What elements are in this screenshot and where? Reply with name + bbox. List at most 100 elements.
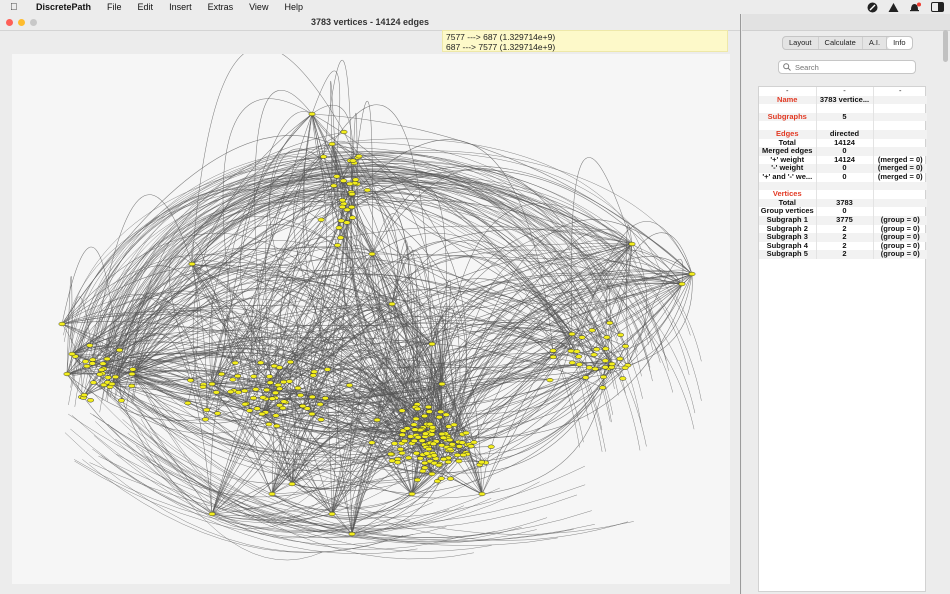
graph-vertex[interactable] bbox=[459, 452, 467, 458]
graph-vertex[interactable] bbox=[103, 356, 111, 362]
graph-vertex[interactable] bbox=[453, 452, 461, 458]
tab-info[interactable]: Info bbox=[887, 37, 912, 49]
graph-vertex[interactable] bbox=[272, 390, 280, 395]
graph-vertex[interactable] bbox=[429, 441, 437, 446]
table-row[interactable]: Subgraphs 5 bbox=[759, 112, 927, 122]
graph-vertex[interactable] bbox=[343, 220, 351, 225]
graph-vertex[interactable] bbox=[608, 361, 616, 367]
graph-vertex[interactable] bbox=[294, 385, 302, 391]
graph-vertex[interactable] bbox=[429, 425, 436, 430]
graph-vertex[interactable] bbox=[446, 437, 454, 443]
graph-vertex[interactable] bbox=[590, 352, 598, 357]
graph-vertex[interactable] bbox=[388, 458, 396, 463]
warning-icon[interactable] bbox=[888, 2, 899, 13]
graph-vertex[interactable] bbox=[346, 181, 354, 186]
graph-vertex[interactable] bbox=[208, 381, 216, 387]
graph-vertex[interactable] bbox=[363, 188, 371, 193]
graph-vertex[interactable] bbox=[231, 360, 239, 366]
graph-vertex[interactable] bbox=[339, 198, 347, 203]
graph-vertex[interactable] bbox=[421, 460, 429, 466]
graph-canvas[interactable] bbox=[12, 54, 730, 584]
graph-vertex[interactable] bbox=[258, 411, 266, 417]
graph-vertex[interactable] bbox=[601, 365, 609, 370]
graph-vertex[interactable] bbox=[203, 407, 211, 413]
graph-vertex[interactable] bbox=[265, 422, 273, 427]
graph-vertex[interactable] bbox=[368, 251, 376, 257]
graph-vertex[interactable] bbox=[600, 374, 608, 380]
graph-vertex[interactable] bbox=[299, 403, 307, 409]
graph-vertex[interactable] bbox=[317, 217, 325, 222]
graph-vertex[interactable] bbox=[266, 380, 274, 385]
graph-vertex[interactable] bbox=[430, 453, 438, 458]
search-field[interactable] bbox=[778, 60, 916, 74]
graph-vertex[interactable] bbox=[58, 321, 66, 327]
table-row[interactable]: Total 14124 bbox=[759, 138, 927, 148]
graph-vertex[interactable] bbox=[316, 402, 324, 407]
graph-vertex[interactable] bbox=[478, 460, 486, 465]
table-row[interactable]: Name 3783 vertice... bbox=[759, 95, 927, 105]
graph-vertex[interactable] bbox=[128, 371, 136, 377]
graph-vertex[interactable] bbox=[413, 477, 421, 483]
table-row[interactable]: Group vertices 0 bbox=[759, 207, 927, 216]
graph-vertex[interactable] bbox=[410, 438, 418, 444]
graph-vertex[interactable] bbox=[575, 354, 583, 359]
graph-vertex[interactable] bbox=[438, 431, 446, 437]
graph-vertex[interactable] bbox=[308, 411, 316, 417]
graph-vertex[interactable] bbox=[252, 387, 260, 392]
graph-vertex[interactable] bbox=[437, 476, 445, 481]
graph-vertex[interactable] bbox=[425, 404, 433, 410]
graph-vertex[interactable] bbox=[373, 417, 381, 423]
menu-view[interactable]: View bbox=[241, 0, 276, 14]
graph-vertex[interactable] bbox=[349, 158, 357, 163]
table-row[interactable]: Edges directed bbox=[759, 129, 927, 139]
graph-vertex[interactable] bbox=[337, 218, 345, 223]
graph-vertex[interactable] bbox=[435, 463, 443, 468]
graph-vertex[interactable] bbox=[575, 362, 583, 367]
graph-vertex[interactable] bbox=[112, 374, 120, 380]
zoom-window-button[interactable] bbox=[30, 18, 37, 26]
graph-vertex[interactable] bbox=[603, 335, 611, 340]
graph-vertex[interactable] bbox=[606, 320, 614, 326]
graph-vertex[interactable] bbox=[286, 379, 293, 384]
graph-vertex[interactable] bbox=[241, 388, 249, 393]
table-row[interactable]: '-' weight 0 (merged = 0) bbox=[759, 164, 927, 173]
graph-vertex[interactable] bbox=[588, 328, 596, 333]
graph-vertex[interactable] bbox=[333, 174, 341, 179]
notification-bell-icon[interactable] bbox=[909, 2, 921, 13]
menu-extras[interactable]: Extras bbox=[200, 0, 242, 14]
graph-drawing[interactable] bbox=[12, 54, 730, 584]
graph-vertex[interactable] bbox=[428, 341, 436, 347]
graph-vertex[interactable] bbox=[346, 383, 353, 388]
graph-vertex[interactable] bbox=[129, 367, 137, 372]
graph-vertex[interactable] bbox=[617, 332, 625, 338]
graph-vertex[interactable] bbox=[116, 347, 123, 353]
graph-vertex[interactable] bbox=[288, 481, 296, 487]
graph-vertex[interactable] bbox=[259, 395, 267, 400]
graph-vertex[interactable] bbox=[184, 400, 192, 406]
graph-vertex[interactable] bbox=[280, 399, 288, 404]
graph-vertex[interactable] bbox=[90, 380, 97, 385]
graph-vertex[interactable] bbox=[478, 491, 486, 497]
graph-vertex[interactable] bbox=[257, 360, 265, 365]
graph-vertex[interactable] bbox=[446, 446, 454, 452]
graph-vertex[interactable] bbox=[199, 384, 207, 390]
graph-vertex[interactable] bbox=[462, 430, 470, 436]
graph-vertex[interactable] bbox=[274, 382, 282, 388]
graph-vertex[interactable] bbox=[628, 241, 636, 247]
graph-vertex[interactable] bbox=[268, 396, 276, 401]
graph-vertex[interactable] bbox=[439, 435, 447, 440]
graph-vertex[interactable] bbox=[349, 215, 357, 220]
graph-vertex[interactable] bbox=[340, 178, 347, 183]
graph-vertex[interactable] bbox=[368, 440, 376, 445]
graph-vertex[interactable] bbox=[321, 396, 329, 401]
graph-vertex[interactable] bbox=[87, 398, 95, 403]
table-row[interactable]: Subgraph 4 2 (group = 0) bbox=[759, 241, 927, 251]
graph-vertex[interactable] bbox=[108, 381, 116, 387]
graph-vertex[interactable] bbox=[549, 348, 557, 353]
menu-file[interactable]: File bbox=[99, 0, 130, 14]
graph-vertex[interactable] bbox=[437, 409, 445, 414]
graph-vertex[interactable] bbox=[212, 390, 220, 395]
graph-vertex[interactable] bbox=[297, 393, 304, 398]
graph-vertex[interactable] bbox=[253, 406, 261, 411]
graph-vertex[interactable] bbox=[622, 344, 629, 349]
